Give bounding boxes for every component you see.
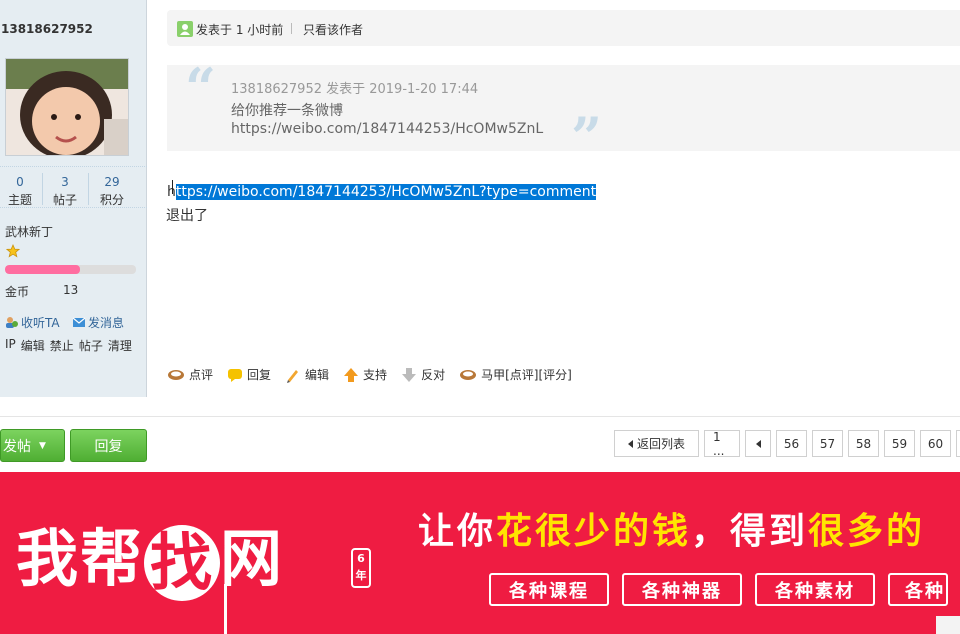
user-sidebar: 13818627952 0 主题 3 帖子 29 积分 武林新丁 金币 13 收… [0,0,147,397]
banner-ad[interactable]: 我帮找网 6年 让你花很少的钱，得到很多的 各种课程 各种神器 各种素材 各种 [0,472,960,634]
post-body-text: 退出了 [166,208,208,224]
quote-text: 给你推荐一条微博 [231,103,343,119]
back-to-list-button[interactable]: 返回列表 [614,430,699,457]
level-progress-bar [5,265,136,274]
page-58[interactable]: 58 [848,430,879,457]
username[interactable]: 13818627952 [1,22,93,36]
stat-divider [88,173,89,205]
page-57[interactable]: 57 [812,430,843,457]
admin-link-edit[interactable]: 编辑 [21,337,45,354]
edit-button[interactable]: 编辑 [285,366,329,383]
admin-links: IP 编辑 禁止 帖子 清理 [5,337,132,354]
envelope-icon [72,317,86,327]
chevron-left-icon [627,439,633,448]
comment-button[interactable]: 点评 [167,366,213,383]
user-stats: 0 主题 3 帖子 29 积分 [0,166,147,208]
support-button[interactable]: 支持 [343,366,387,383]
star-icon [6,244,20,258]
corner-tab [936,616,960,634]
post-actions: 点评 回复 编辑 支持 反对 马甲[点评][评分] [167,366,586,383]
stat-credits[interactable]: 29 积分 [92,173,132,209]
admin-link-ip[interactable]: IP [5,337,16,354]
avatar[interactable] [5,58,129,156]
pencil-icon [287,369,299,383]
follow-button[interactable]: 收听TA [5,314,60,331]
quote-meta: 13818627952 发表于 2019-1-20 17:44 [231,82,479,97]
user-group[interactable]: 武林新丁 [5,223,53,240]
chevron-down-icon: ▼ [39,440,46,451]
users-icon [6,317,18,328]
coin-label: 金币 [5,285,30,299]
admin-link-posts[interactable]: 帖子 [79,337,103,354]
post-time: 发表于 1 小时前 [196,23,284,37]
text-cursor-icon [172,180,178,194]
banner-logo: 我帮找网 [16,522,285,601]
banner-slogan: 让你花很少的钱，得到很多的 [418,511,926,552]
page-next-partial[interactable] [956,430,960,457]
vest-rate-button[interactable]: 马甲[点评][评分] [459,366,572,383]
page-60[interactable]: 60 [920,430,951,457]
quote-open-icon: “ [185,56,217,120]
admin-link-ban[interactable]: 禁止 [50,337,74,354]
tag-materials[interactable]: 各种素材 [755,573,875,606]
send-message-button[interactable]: 发消息 [72,314,124,331]
quote-link[interactable]: https://weibo.com/1847144253/HcOMw5ZnL [231,121,543,137]
stat-posts[interactable]: 3 帖子 [45,173,85,209]
admin-link-clean[interactable]: 清理 [108,337,132,354]
new-post-button[interactable]: 发帖 ▼ [0,429,65,462]
stat-divider [42,173,43,205]
post-header: 发表于 1 小时前 只看该作者 [167,10,960,46]
coffee-cup-icon [168,369,184,380]
chevron-left-icon [755,439,761,448]
speech-bubble-icon [228,368,243,382]
arrow-down-icon [402,367,417,382]
tag-tools[interactable]: 各种神器 [622,573,742,606]
quote-block: “ 13818627952 发表于 2019-1-20 17:44 给你推荐一条… [167,61,960,164]
reply-button[interactable]: 回复 [227,366,271,383]
years-badge: 6年 [351,548,371,588]
prev-page-button[interactable] [745,430,771,457]
reply-thread-button[interactable]: 回复 [70,429,147,462]
page-first[interactable]: 1 ... [704,430,740,458]
quote-close-icon: ” [571,105,603,169]
coffee-cup-icon [460,369,477,380]
banner-tags: 各种课程 各种神器 各种素材 各种 [489,573,948,606]
tag-courses[interactable]: 各种课程 [489,573,609,606]
online-status-icon [177,21,193,37]
page-56[interactable]: 56 [776,430,807,457]
divider [0,416,960,417]
logo-pin [224,584,227,634]
level-progress-fill [5,265,80,274]
divider [291,23,292,34]
oppose-button[interactable]: 反对 [401,366,445,383]
page-59[interactable]: 59 [884,430,915,457]
only-author-link[interactable]: 只看该作者 [303,21,363,38]
selected-text: ttps://weibo.com/1847144253/HcOMw5ZnL?ty… [175,184,597,200]
post-body-link[interactable]: https://weibo.com/1847144253/HcOMw5ZnL?t… [167,184,597,200]
tag-more[interactable]: 各种 [888,573,948,606]
stat-threads[interactable]: 0 主题 [0,173,40,209]
pagination: 返回列表 1 ... 56 57 58 59 60 [614,430,960,458]
arrow-up-icon [344,367,359,382]
coin-value: 13 [63,283,79,297]
